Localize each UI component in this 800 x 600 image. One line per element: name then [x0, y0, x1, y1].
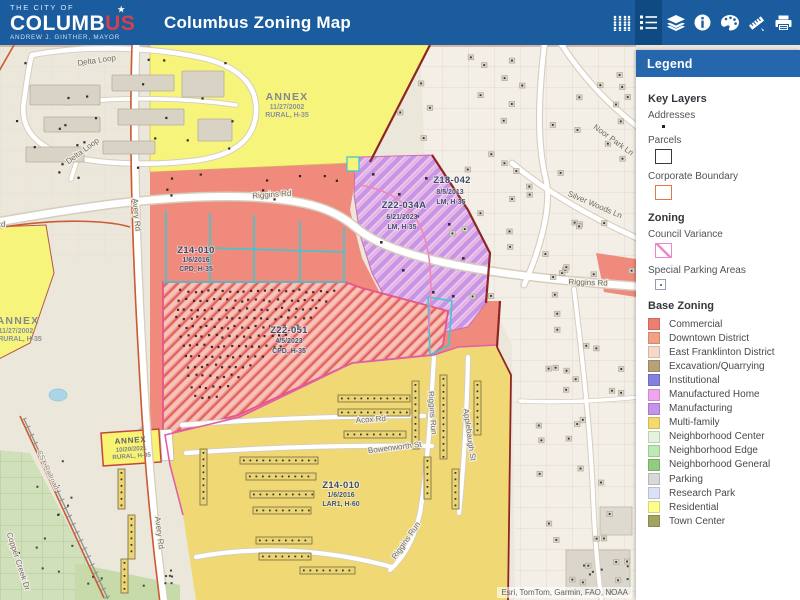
zoning-swatch: [648, 346, 660, 358]
addresses-symbol: [662, 125, 665, 128]
parcels-symbol: [655, 149, 672, 164]
legend-item-residential: Residential: [648, 500, 792, 514]
legend-item-research-park: Research Park: [648, 486, 792, 500]
zoning-swatch: [648, 473, 660, 485]
city-of-columbus-logo: THE CITY OF COLUMBUS★ ANDREW J. GINTHER,…: [0, 4, 150, 41]
svg-text:ANNEX: ANNEX: [0, 315, 39, 327]
svg-text:1/6/2016: 1/6/2016: [182, 257, 209, 264]
zoning-swatch: [648, 389, 660, 401]
legend-body: Key Layers Addresses Parcels Corporate B…: [636, 77, 800, 534]
legend-panel: Legend Key Layers Addresses Parcels Corp…: [636, 50, 800, 600]
svg-text:6/21/2023: 6/21/2023: [386, 214, 417, 221]
map-attribution: Esri, TomTom, Garmin, FAO, NOAA: [497, 587, 632, 598]
people-group-icon[interactable]: [608, 0, 635, 45]
zone-label-annex-box: ANNEX 10/20/2021 RURAL, H-35: [111, 435, 152, 462]
legend-icon[interactable]: [635, 0, 662, 45]
zoning-swatch: [648, 431, 660, 443]
zone-label-z22-051: Z22-051 4/5/2023 CPD, H-35: [270, 325, 308, 355]
svg-text:RURAL, H-35: RURAL, H-35: [265, 112, 309, 119]
zoning-swatch: [648, 445, 660, 457]
zoning-swatch: [648, 501, 660, 513]
legend-item-neighborhood-edge: Neighborhood Edge: [648, 444, 792, 458]
header-toolbar: [608, 0, 800, 45]
map-svg[interactable]: ANNEX 11/27/2002 RURAL, H-35 ANNEX 11/27…: [0, 45, 636, 600]
svg-text:Z14-010: Z14-010: [322, 480, 359, 491]
logo-wordmark: COLUMBUS★: [10, 13, 135, 34]
legend-item-parcels: Parcels: [648, 135, 792, 164]
zoning-swatch: [648, 403, 660, 415]
svg-text:LM, H-35: LM, H-35: [436, 199, 465, 206]
zone-label-z14-010-south: Z14-010 1/6/2016 LAR1, H-60: [322, 480, 360, 508]
legend-item-addresses: Addresses: [648, 110, 792, 128]
legend-section-key-layers: Key Layers: [648, 93, 792, 105]
zone-label-annex-top: ANNEX 11/27/2002 RURAL, H-35: [265, 91, 309, 119]
legend-item-special-parking: Special Parking Areas: [648, 265, 792, 290]
special-parking-symbol: [655, 279, 666, 290]
legend-item-neighborhood-center: Neighborhood Center: [648, 430, 792, 444]
print-icon[interactable]: [770, 0, 797, 45]
zone-label-z14-010-north: Z14-010 1/6/2016 CPD, H-35: [177, 245, 214, 273]
svg-text:8/5/2013: 8/5/2013: [436, 189, 463, 196]
legend-section-zoning: Zoning: [648, 212, 792, 224]
logo-tagline-top: THE CITY OF: [10, 4, 150, 12]
zoning-swatch: [648, 459, 660, 471]
draw-icon[interactable]: [716, 0, 743, 45]
zoning-swatch: [648, 360, 660, 372]
svg-text:CPD, H-35: CPD, H-35: [272, 348, 306, 355]
legend-item-commercial: Commercial: [648, 317, 792, 331]
svg-text:Z22-051: Z22-051: [270, 325, 308, 336]
columbus-zoning-map-app: THE CITY OF COLUMBUS★ ANDREW J. GINTHER,…: [0, 0, 800, 600]
page-title: Columbus Zoning Map: [164, 13, 608, 33]
svg-text:Z18-042: Z18-042: [433, 175, 470, 186]
svg-text:1/6/2016: 1/6/2016: [327, 492, 354, 499]
svg-text:Z14-010: Z14-010: [177, 245, 214, 256]
zoning-swatch: [648, 318, 660, 330]
zoning-swatch: [648, 332, 660, 344]
zoning-swatch: [648, 487, 660, 499]
legend-item-manufacturing: Manufacturing: [648, 402, 792, 416]
legend-panel-header: Legend: [636, 50, 800, 77]
svg-text:LAR1, H-60: LAR1, H-60: [322, 501, 359, 508]
legend-item-corporate-boundary: Corporate Boundary: [648, 171, 792, 200]
corporate-boundary-symbol: [655, 185, 672, 200]
legend-item-neighborhood-general: Neighborhood General: [648, 458, 792, 472]
zoning-swatch: [648, 417, 660, 429]
logo-mayor-line: ANDREW J. GINTHER, MAYOR: [10, 35, 150, 41]
svg-text:4/5/2023: 4/5/2023: [275, 338, 302, 345]
svg-text:11/27/2002: 11/27/2002: [0, 328, 33, 335]
svg-text:CPD, H-35: CPD, H-35: [179, 266, 213, 273]
info-icon[interactable]: [689, 0, 716, 45]
zoning-swatch: [648, 515, 660, 527]
map-canvas[interactable]: ANNEX 11/27/2002 RURAL, H-35 ANNEX 11/27…: [0, 45, 636, 600]
svg-text:11/27/2002: 11/27/2002: [270, 104, 305, 111]
layers-icon[interactable]: [662, 0, 689, 45]
legend-item-council-variance: Council Variance: [648, 229, 792, 258]
legend-item-parking: Parking: [648, 472, 792, 486]
legend-item-east-franklinton: East Franklinton District: [648, 345, 792, 359]
council-variance-symbol: [655, 243, 672, 258]
zoning-swatch: [648, 374, 660, 386]
legend-section-base-zoning: Base Zoning: [648, 300, 792, 312]
legend-item-excavation-quarrying: Excavation/Quarrying: [648, 359, 792, 373]
legend-item-town-center: Town Center: [648, 514, 792, 528]
svg-text:Z22-034A: Z22-034A: [382, 200, 427, 211]
legend-item-manufactured-home: Manufactured Home: [648, 387, 792, 401]
svg-text:LM, H-35: LM, H-35: [387, 224, 416, 231]
measurement-icon[interactable]: [743, 0, 770, 45]
svg-text:ANNEX: ANNEX: [266, 91, 309, 103]
logo-star-icon: ★: [118, 6, 126, 14]
road-label-riggins-rd-right: Riggins Rd: [568, 277, 607, 287]
legend-item-institutional: Institutional: [648, 373, 792, 387]
legend-item-multi-family: Multi-family: [648, 416, 792, 430]
svg-text:RURAL, H-35: RURAL, H-35: [0, 336, 42, 343]
legend-item-downtown-district: Downtown District: [648, 331, 792, 345]
app-header: THE CITY OF COLUMBUS★ ANDREW J. GINTHER,…: [0, 0, 800, 45]
